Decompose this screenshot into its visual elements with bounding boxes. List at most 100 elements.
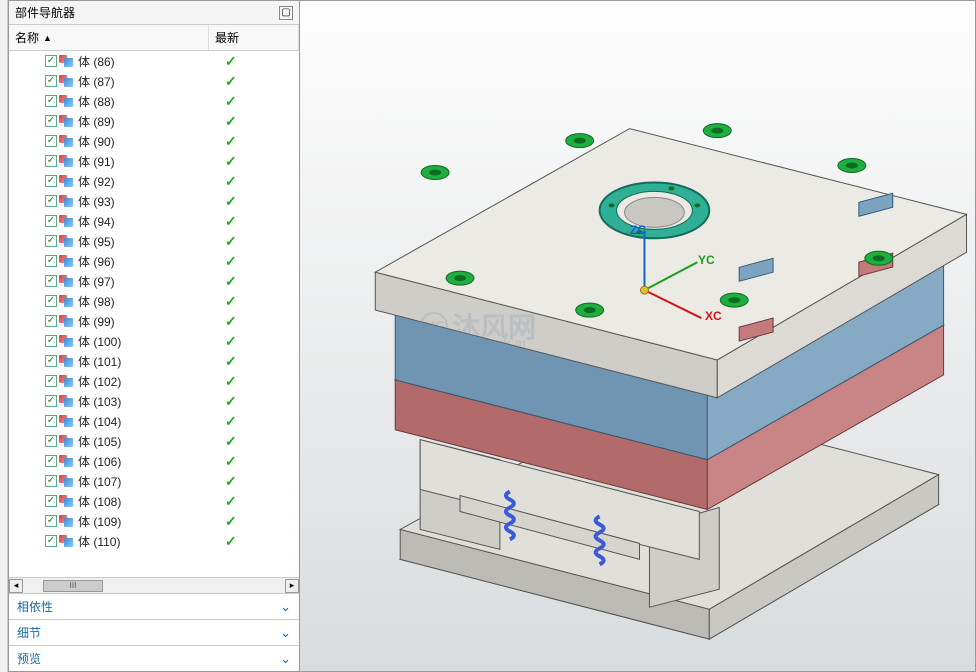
node-label: 体 (107) [78, 473, 121, 490]
axis-x-label: XC [705, 309, 722, 323]
status-uptodate-icon: ✓ [225, 93, 237, 110]
node-label: 体 (98) [78, 293, 115, 310]
node-checkbox[interactable]: ✓ [45, 155, 57, 167]
tree-node[interactable]: ✓体 (94)✓ [9, 211, 299, 231]
scroll-left-icon[interactable]: ◂ [9, 579, 23, 593]
check-icon: ✓ [47, 296, 55, 306]
check-icon: ✓ [47, 236, 55, 246]
node-checkbox[interactable]: ✓ [45, 515, 57, 527]
panel-header: 部件导航器 ▢ [9, 1, 299, 25]
status-uptodate-icon: ✓ [225, 373, 237, 390]
check-icon: ✓ [47, 136, 55, 146]
check-icon: ✓ [47, 156, 55, 166]
node-label: 体 (87) [78, 73, 115, 90]
node-label: 体 (108) [78, 493, 121, 510]
section-preview[interactable]: 预览 ⌄ [9, 645, 299, 671]
tree-node[interactable]: ✓体 (105)✓ [9, 431, 299, 451]
node-checkbox[interactable]: ✓ [45, 355, 57, 367]
status-uptodate-icon: ✓ [225, 533, 237, 550]
tree-area[interactable]: ✓体 (86)✓✓体 (87)✓✓体 (88)✓✓体 (89)✓✓体 (90)✓… [9, 51, 299, 577]
left-toolbar [0, 0, 8, 672]
status-uptodate-icon: ✓ [225, 353, 237, 370]
status-uptodate-icon: ✓ [225, 273, 237, 290]
node-checkbox[interactable]: ✓ [45, 535, 57, 547]
tree-node[interactable]: ✓体 (90)✓ [9, 131, 299, 151]
body-icon [59, 214, 75, 228]
body-icon [59, 174, 75, 188]
body-icon [59, 274, 75, 288]
tree-node[interactable]: ✓体 (91)✓ [9, 151, 299, 171]
body-icon [59, 54, 75, 68]
node-checkbox[interactable]: ✓ [45, 375, 57, 387]
tree-node[interactable]: ✓体 (98)✓ [9, 291, 299, 311]
node-label: 体 (96) [78, 253, 115, 270]
column-header-latest[interactable]: 最新 [209, 25, 299, 50]
tree-node[interactable]: ✓体 (86)✓ [9, 51, 299, 71]
3d-viewport[interactable]: ZC YC XC MF 沐风网 www.m .com [300, 0, 976, 672]
node-checkbox[interactable]: ✓ [45, 415, 57, 427]
node-checkbox[interactable]: ✓ [45, 435, 57, 447]
node-checkbox[interactable]: ✓ [45, 95, 57, 107]
node-checkbox[interactable]: ✓ [45, 135, 57, 147]
section-detail[interactable]: 细节 ⌄ [9, 619, 299, 645]
tree-node[interactable]: ✓体 (89)✓ [9, 111, 299, 131]
tree-node[interactable]: ✓体 (110)✓ [9, 531, 299, 551]
tree-node[interactable]: ✓体 (108)✓ [9, 491, 299, 511]
body-icon [59, 394, 75, 408]
status-uptodate-icon: ✓ [225, 313, 237, 330]
scroll-right-icon[interactable]: ▸ [285, 579, 299, 593]
body-icon [59, 474, 75, 488]
tree-node[interactable]: ✓体 (99)✓ [9, 311, 299, 331]
node-checkbox[interactable]: ✓ [45, 175, 57, 187]
horizontal-scrollbar[interactable]: ◂ III ▸ [9, 577, 299, 593]
node-checkbox[interactable]: ✓ [45, 395, 57, 407]
check-icon: ✓ [47, 256, 55, 266]
check-icon: ✓ [47, 536, 55, 546]
panel-popout-button[interactable]: ▢ [279, 6, 293, 20]
node-checkbox[interactable]: ✓ [45, 455, 57, 467]
tree-node[interactable]: ✓体 (100)✓ [9, 331, 299, 351]
tree-node[interactable]: ✓体 (104)✓ [9, 411, 299, 431]
body-icon [59, 154, 75, 168]
node-checkbox[interactable]: ✓ [45, 275, 57, 287]
check-icon: ✓ [47, 196, 55, 206]
tree-node[interactable]: ✓体 (95)✓ [9, 231, 299, 251]
node-checkbox[interactable]: ✓ [45, 315, 57, 327]
node-checkbox[interactable]: ✓ [45, 335, 57, 347]
status-uptodate-icon: ✓ [225, 133, 237, 150]
check-icon: ✓ [47, 96, 55, 106]
node-checkbox[interactable]: ✓ [45, 295, 57, 307]
tree-node[interactable]: ✓体 (101)✓ [9, 351, 299, 371]
column-header-name[interactable]: 名称 ▲ [9, 25, 209, 50]
tree-node[interactable]: ✓体 (93)✓ [9, 191, 299, 211]
popout-icon: ▢ [281, 7, 290, 18]
tree-node[interactable]: ✓体 (87)✓ [9, 71, 299, 91]
node-checkbox[interactable]: ✓ [45, 195, 57, 207]
panel-title: 部件导航器 [15, 4, 75, 21]
node-label: 体 (93) [78, 193, 115, 210]
scroll-thumb[interactable]: III [43, 580, 103, 592]
node-label: 体 (102) [78, 373, 121, 390]
tree-node[interactable]: ✓体 (109)✓ [9, 511, 299, 531]
tree-node[interactable]: ✓体 (103)✓ [9, 391, 299, 411]
section-detail-label: 细节 [17, 624, 41, 641]
tree-node[interactable]: ✓体 (92)✓ [9, 171, 299, 191]
node-checkbox[interactable]: ✓ [45, 235, 57, 247]
status-uptodate-icon: ✓ [225, 433, 237, 450]
node-label: 体 (95) [78, 233, 115, 250]
tree-node[interactable]: ✓体 (97)✓ [9, 271, 299, 291]
tree-node[interactable]: ✓体 (96)✓ [9, 251, 299, 271]
node-checkbox[interactable]: ✓ [45, 55, 57, 67]
node-checkbox[interactable]: ✓ [45, 215, 57, 227]
tree-node[interactable]: ✓体 (107)✓ [9, 471, 299, 491]
node-checkbox[interactable]: ✓ [45, 115, 57, 127]
node-checkbox[interactable]: ✓ [45, 75, 57, 87]
tree-node[interactable]: ✓ 体 (102) ✓ [9, 371, 299, 391]
node-checkbox[interactable]: ✓ [45, 255, 57, 267]
body-icon [59, 514, 75, 528]
node-checkbox[interactable]: ✓ [45, 495, 57, 507]
section-dependency[interactable]: 相依性 ⌄ [9, 593, 299, 619]
node-checkbox[interactable]: ✓ [45, 475, 57, 487]
tree-node[interactable]: ✓体 (106)✓ [9, 451, 299, 471]
tree-node[interactable]: ✓体 (88)✓ [9, 91, 299, 111]
